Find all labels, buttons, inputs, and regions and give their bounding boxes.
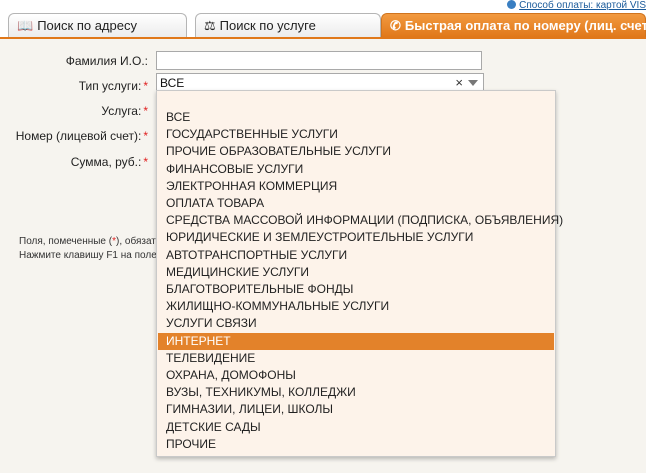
dropdown-option[interactable]: ЖИЛИЩНО-КОММУНАЛЬНЫЕ УСЛУГИ bbox=[158, 298, 554, 315]
service-type-value: ВСЕ bbox=[160, 76, 185, 90]
dropdown-option[interactable]: АВТОТРАНСПОРТНЫЕ УСЛУГИ bbox=[158, 247, 554, 264]
clear-icon[interactable]: × bbox=[455, 75, 463, 90]
tab-search-by-address[interactable]: 📖 Поиск по адресу bbox=[8, 13, 187, 37]
account-label: Номер (лицевой счет): * bbox=[15, 129, 148, 143]
dropdown-option[interactable]: УСЛУГИ СВЯЗИ bbox=[158, 315, 554, 332]
tab-label: Поиск по услуге bbox=[219, 18, 316, 33]
amount-label: Сумма, руб.: * bbox=[70, 155, 148, 169]
payment-method-link[interactable]: Способ оплаты: картой VIS bbox=[507, 0, 646, 11]
dropdown-option[interactable]: ДЕТСКИЕ САДЫ bbox=[158, 419, 554, 436]
book-icon: 📖 bbox=[17, 18, 34, 33]
dropdown-option[interactable]: ПРОЧИЕ bbox=[158, 436, 554, 453]
required-mark: * bbox=[143, 155, 148, 169]
dropdown-option[interactable]: ПРОЧИЕ ОБРАЗОВАТЕЛЬНЫЕ УСЛУГИ bbox=[158, 143, 554, 160]
fio-input[interactable] bbox=[156, 51, 482, 70]
dropdown-option[interactable]: ВСЕ bbox=[158, 109, 554, 126]
service-type-label: Тип услуги: * bbox=[78, 79, 148, 93]
service-label: Услуга: * bbox=[101, 104, 148, 118]
service-type-row: Тип услуги: * bbox=[0, 76, 148, 96]
tab-search-by-service[interactable]: ⚖ Поиск по услуге bbox=[195, 13, 381, 37]
dropdown-option[interactable]: СРЕДСТВА МАССОВОЙ ИНФОРМАЦИИ (ПОДПИСКА, … bbox=[158, 212, 563, 229]
dropdown-option[interactable]: ФИНАНСОВЫЕ УСЛУГИ bbox=[158, 161, 554, 178]
dropdown-option[interactable]: ГИМНАЗИИ, ЛИЦЕИ, ШКОЛЫ bbox=[158, 401, 554, 418]
phone-icon: ✆ bbox=[390, 18, 401, 33]
fio-label: Фамилия И.О.: bbox=[65, 54, 148, 68]
globe-icon bbox=[507, 0, 517, 9]
service-row: Услуга: * bbox=[0, 101, 148, 121]
service-type-dropdown: ВСЕ ГОСУДАРСТВЕННЫЕ УСЛУГИ ПРОЧИЕ ОБРАЗОВА… bbox=[156, 90, 563, 457]
help-note: Нажмите клавишу F1 на поле, bbox=[19, 250, 160, 261]
tab-label: Поиск по адресу bbox=[37, 18, 137, 33]
dropdown-option[interactable]: БЛАГОТВОРИТЕЛЬНЫЕ ФОНДЫ bbox=[158, 281, 554, 298]
scales-icon: ⚖ bbox=[204, 18, 216, 33]
payment-method-text: Способ оплаты: картой VIS bbox=[519, 0, 646, 11]
required-mark: * bbox=[143, 104, 148, 118]
dropdown-option[interactable]: ТЕЛЕВИДЕНИЕ bbox=[158, 350, 554, 367]
amount-row: Сумма, руб.: * bbox=[0, 152, 148, 172]
dropdown-option[interactable]: ОПЛАТА ТОВАРА bbox=[158, 195, 554, 212]
tab-quick-payment[interactable]: ✆ Быстрая оплата по номеру (лиц. счету) bbox=[381, 13, 646, 37]
dropdown-option[interactable]: ВУЗЫ, ТЕХНИКУМЫ, КОЛЛЕДЖИ bbox=[158, 384, 554, 401]
account-row: Номер (лицевой счет): * bbox=[0, 126, 148, 146]
dropdown-option[interactable]: ИНТЕРНЕТ bbox=[158, 332, 554, 350]
chevron-down-icon[interactable] bbox=[468, 80, 478, 86]
dropdown-option[interactable]: МЕДИЦИНСКИЕ УСЛУГИ bbox=[158, 264, 554, 281]
fio-row: Фамилия И.О.: bbox=[0, 51, 148, 71]
dropdown-option[interactable]: ЭЛЕКТРОННАЯ КОММЕРЦИЯ bbox=[158, 178, 554, 195]
dropdown-option[interactable]: ОХРАНА, ДОМОФОНЫ bbox=[158, 367, 554, 384]
tab-bar: 📖 Поиск по адресу ⚖ Поиск по услуге ✆ Быстр… bbox=[8, 13, 646, 38]
dropdown-option[interactable]: ГОСУДАРСТВЕННЫЕ УСЛУГИ bbox=[158, 126, 554, 143]
required-mark: * bbox=[143, 79, 148, 93]
required-note: Поля, помеченные (*), обязате bbox=[19, 236, 162, 247]
required-mark: * bbox=[143, 129, 148, 143]
tab-label: Быстрая оплата по номеру (лиц. счету) bbox=[404, 18, 646, 33]
dropdown-option[interactable]: ЮРИДИЧЕСКИЕ И ЗЕМЛЕУСТРОИТЕЛЬНЫЕ УСЛУГИ bbox=[158, 229, 554, 246]
